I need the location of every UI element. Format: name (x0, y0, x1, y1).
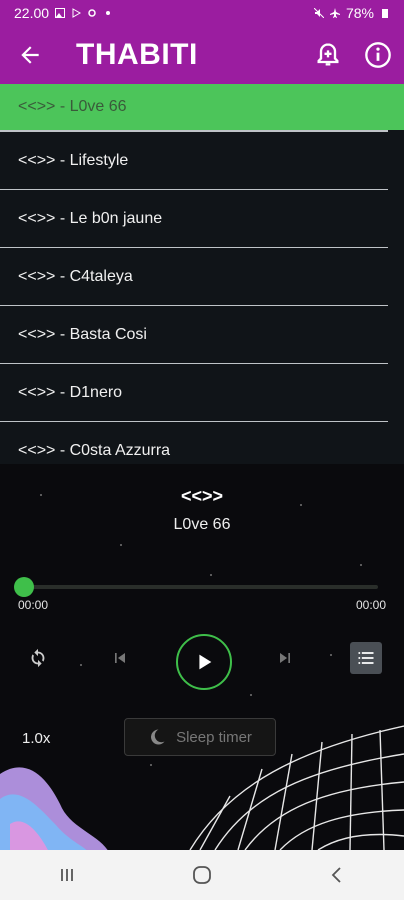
app-bar-actions (312, 39, 394, 71)
playlist-item[interactable]: <<>> - C0sta Azzurra (0, 422, 388, 464)
player-panel: <<>> L0ve 66 00:00 00:00 1.0x Sleep time… (0, 464, 404, 850)
playlist-item[interactable]: <<>> - Lifestyle (0, 132, 388, 190)
play-icon (199, 654, 212, 670)
home-icon[interactable] (191, 864, 213, 886)
playlist-item[interactable]: <<>> - C4taleya (0, 248, 388, 306)
sleep-timer-label: Sleep timer (176, 728, 252, 746)
battery-icon (382, 9, 388, 18)
app-bar: THABITI (0, 26, 404, 84)
playlist-item-label: <<>> - Le b0n jaune (18, 209, 163, 227)
app-title: THABITI (76, 38, 198, 71)
alarm-button[interactable] (312, 39, 344, 71)
playlist-toggle-button[interactable] (350, 642, 382, 674)
playlist-item-label: <<>> - Basta Cosi (18, 325, 147, 343)
playlist-item-label: <<>> - C4taleya (18, 267, 133, 285)
back-button[interactable] (12, 37, 48, 73)
status-right: 78% (313, 5, 390, 21)
back-nav-icon[interactable] (327, 865, 347, 885)
repeat-icon (31, 648, 45, 668)
next-button[interactable] (265, 638, 305, 678)
playlist-item[interactable]: <<>> - Le b0n jaune (0, 190, 388, 248)
system-nav-bar (0, 850, 404, 900)
battery-percent: 78% (345, 5, 374, 21)
dot-icon (106, 11, 111, 15)
playlist-item-active[interactable]: <<>> - L0ve 66 (0, 84, 404, 130)
status-bar: 22.00 78% (0, 0, 404, 26)
arrow-left-icon (21, 46, 39, 64)
seek-bar[interactable] (14, 577, 378, 597)
playlist: <<>> - L0ve 66 <<>> - Lifestyle <<>> - L… (0, 84, 404, 464)
skip-previous-icon (115, 653, 125, 663)
now-playing-title: L0ve 66 (173, 516, 231, 533)
liquid-art-decoration (0, 767, 108, 850)
play-button[interactable] (176, 634, 232, 690)
total-time: 00:00 (355, 598, 386, 612)
recent-apps-icon[interactable] (57, 865, 77, 885)
playlist-item-label: <<>> - C0sta Azzurra (18, 441, 171, 459)
previous-button[interactable] (100, 638, 140, 678)
info-icon (365, 42, 391, 68)
moon-icon (151, 729, 165, 745)
play-notification-icon (72, 8, 82, 18)
playlist-item[interactable]: <<>> - Basta Cosi (0, 306, 388, 364)
alarm-plus-icon (317, 43, 339, 66)
playback-controls (0, 628, 404, 692)
playback-speed[interactable]: 1.0x (22, 730, 50, 747)
skip-next-icon (280, 653, 290, 663)
seek-handle[interactable] (14, 577, 34, 597)
settings-notification-icon (88, 9, 96, 17)
now-playing-artist: <<>> (180, 486, 224, 506)
playlist-item[interactable]: <<>> - D1nero (0, 364, 388, 422)
playlist-item-label: <<>> - D1nero (18, 383, 123, 401)
elapsed-time: 00:00 (18, 598, 49, 612)
playlist-item-label: <<>> - L0ve 66 (18, 98, 127, 115)
sleep-timer-button[interactable]: Sleep timer (124, 718, 276, 756)
mute-icon (313, 8, 324, 18)
playlist-item-label: <<>> - Lifestyle (18, 151, 129, 169)
repeat-button[interactable] (18, 638, 58, 678)
airplane-icon (329, 8, 340, 18)
status-time: 22.00 (14, 5, 50, 21)
image-notification-icon (55, 8, 66, 18)
status-left: 22.00 (14, 5, 113, 21)
info-button[interactable] (362, 39, 394, 71)
list-icon (358, 652, 374, 664)
